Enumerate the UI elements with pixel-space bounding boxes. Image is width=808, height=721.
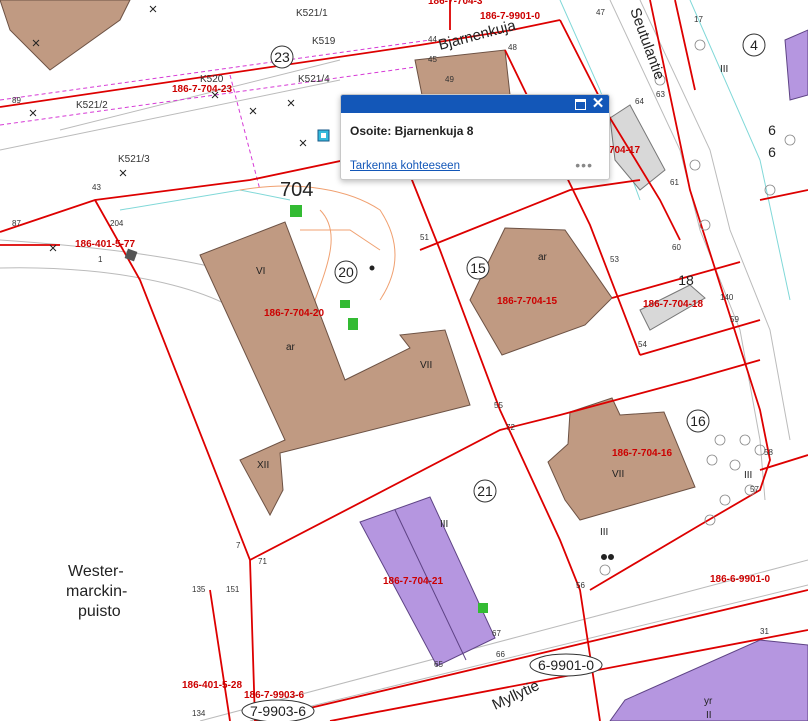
road-id-7-9903-6: 7-9903-6 (250, 703, 306, 719)
parcel-id: 186-7-704-18 (643, 299, 703, 310)
road-id-6-9901-0: 6-9901-0 (538, 657, 594, 673)
svg-text:53: 53 (610, 255, 619, 264)
svg-text:44: 44 (428, 35, 437, 44)
road-id-6b: 6 (768, 144, 776, 160)
svg-text:67: 67 (492, 629, 501, 638)
floor-label: II (706, 710, 712, 721)
parcel-id: 186-7-704-21 (383, 576, 443, 587)
svg-text:60: 60 (672, 243, 681, 252)
floor-label: III (720, 64, 728, 75)
plot-18: 18 (678, 272, 694, 288)
svg-text:134: 134 (192, 709, 206, 718)
park-label-3: puisto (78, 603, 121, 620)
svg-text:89: 89 (12, 96, 21, 105)
parcel-id: 186-7-704-23 (172, 84, 232, 95)
plan-label: K519 (312, 36, 336, 47)
svg-text:55: 55 (494, 401, 503, 410)
plan-label: K521/1 (296, 8, 328, 19)
svg-text:17: 17 (694, 15, 703, 24)
floor-label: III (744, 470, 752, 481)
svg-text:204: 204 (110, 219, 124, 228)
parcel-id: 186-7-704-3 (428, 0, 483, 7)
plan-label: K521/2 (76, 100, 108, 111)
street-seutulantie: Seutulantie (626, 6, 668, 82)
svg-text:48: 48 (508, 43, 517, 52)
svg-text:56: 56 (576, 581, 585, 590)
plot-20: 20 (338, 264, 354, 280)
plan-label: K521/4 (298, 74, 330, 85)
road-id-6a: 6 (768, 122, 776, 138)
svg-text:51: 51 (420, 233, 429, 242)
street-bjarnenkuja: Bjarnenkuja (437, 17, 519, 54)
plot-16: 16 (690, 413, 706, 429)
park-label-2: marckin- (66, 583, 127, 600)
block-number: 704 (280, 179, 313, 201)
svg-text:1: 1 (98, 255, 103, 264)
close-icon[interactable]: ✕ (591, 96, 605, 111)
floor-label: yr (704, 696, 713, 707)
buildings-brown (0, 0, 696, 521)
floor-label: ar (286, 342, 296, 353)
zoom-to-feature-link[interactable]: Tarkenna kohteeseen (350, 160, 460, 172)
floor-label: VII (420, 360, 432, 371)
popup-header: ✕ (341, 95, 609, 113)
floor-label: III (440, 519, 448, 530)
info-popup: ✕ Osoite: Bjarnenkuja 8 Tarkenna kohtees… (340, 94, 610, 180)
svg-text:71: 71 (258, 557, 267, 566)
parcel-id: 186-7-9903-6 (244, 690, 304, 701)
svg-text:43: 43 (92, 183, 101, 192)
svg-text:87: 87 (12, 219, 21, 228)
parcel-id: 186-7-704-15 (497, 296, 557, 307)
small-structure (124, 248, 138, 262)
floor-label: ar (538, 252, 548, 263)
parcel-id: 186-7-704-20 (264, 308, 324, 319)
parcel-id: 186-7-704-16 (612, 448, 672, 459)
maximize-icon[interactable] (573, 97, 587, 111)
plot-15: 15 (470, 260, 486, 276)
svg-text:135: 135 (192, 585, 206, 594)
floor-label: VI (256, 266, 265, 277)
more-options-icon[interactable]: ••• (575, 158, 593, 172)
svg-text:63: 63 (656, 90, 665, 99)
plan-label: K521/3 (118, 154, 150, 165)
svg-text:57: 57 (750, 485, 759, 494)
svg-text:31: 31 (760, 627, 769, 636)
floor-label: VII (612, 469, 624, 480)
building-grey (609, 104, 706, 331)
svg-text:58: 58 (764, 448, 773, 457)
svg-text:72: 72 (506, 423, 515, 432)
parcel-id: 186-401-5-77 (75, 239, 135, 250)
svg-text:65: 65 (434, 660, 443, 669)
popup-address: Osoite: Bjarnenkuja 8 (350, 124, 474, 138)
svg-text:45: 45 (428, 55, 437, 64)
plan-label: K520 (200, 74, 224, 85)
park-label-1: Wester- (68, 563, 124, 580)
floor-label: III (600, 527, 608, 538)
svg-text:54: 54 (638, 340, 647, 349)
plot-23: 23 (274, 49, 290, 65)
selected-marker[interactable] (317, 129, 330, 142)
svg-text:61: 61 (670, 178, 679, 187)
svg-text:7: 7 (236, 541, 241, 550)
floor-label: XII (257, 460, 269, 471)
parcel-id: 186-401-5-28 (182, 680, 242, 691)
svg-text:151: 151 (226, 585, 240, 594)
plot-21: 21 (477, 483, 493, 499)
street-myllytie: Myllytie (490, 677, 543, 714)
svg-text:47: 47 (596, 8, 605, 17)
svg-text:66: 66 (496, 650, 505, 659)
parcel-id: 186-6-9901-0 (710, 574, 770, 585)
svg-text:64: 64 (635, 97, 644, 106)
svg-text:49: 49 (445, 75, 454, 84)
svg-text:140: 140 (720, 293, 734, 302)
plot-4: 4 (750, 37, 758, 53)
parcel-id: 186-7-9901-0 (480, 11, 540, 22)
svg-text:59: 59 (730, 315, 739, 324)
